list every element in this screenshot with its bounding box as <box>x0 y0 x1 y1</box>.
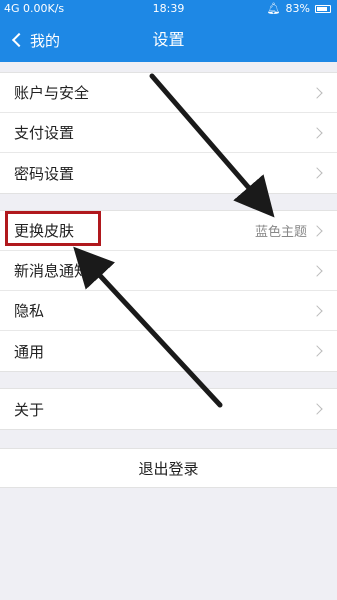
row-password-settings[interactable]: 密码设置 <box>0 153 337 193</box>
battery-icon <box>315 4 331 13</box>
back-label: 我的 <box>30 31 61 50</box>
row-value: 蓝色主题 <box>254 225 307 240</box>
row-label: 新消息通知 <box>14 262 90 280</box>
row-label: 密码设置 <box>14 164 75 183</box>
bell-icon: 🔔︎ <box>266 2 281 15</box>
chevron-left-icon <box>11 32 27 48</box>
row-label: 支付设置 <box>14 124 75 142</box>
chevron-right-icon <box>311 126 323 139</box>
row-label: 更换皮肤 <box>14 222 75 240</box>
chevron-right-icon <box>311 264 323 277</box>
settings-group-account: 账户与安全 支付设置 密码设置 <box>0 72 337 194</box>
status-bar: 4G 0.00K/s 18:39 🔔︎ 83% <box>0 0 337 18</box>
row-new-message-notification[interactable]: 新消息通知 <box>0 251 337 291</box>
chevron-right-icon <box>311 345 323 357</box>
chevron-right-icon <box>311 167 323 179</box>
row-about[interactable]: 关于 <box>0 389 337 429</box>
row-label: 隐私 <box>14 302 45 320</box>
logout-button[interactable]: 退出登录 <box>0 448 337 488</box>
row-account-security[interactable]: 账户与安全 <box>0 73 337 113</box>
row-label: 通用 <box>14 342 45 361</box>
back-button[interactable]: 我的 <box>10 18 60 62</box>
chevron-right-icon <box>311 86 323 99</box>
row-payment-settings[interactable]: 支付设置 <box>0 113 337 153</box>
row-label: 关于 <box>14 400 45 419</box>
chevron-right-icon <box>311 304 323 317</box>
status-right: 🔔︎ 83% <box>267 2 331 15</box>
battery-percent: 83% <box>285 2 310 15</box>
nav-bar: 设置 我的 <box>0 18 337 62</box>
chevron-right-icon <box>311 403 323 415</box>
row-label: 账户与安全 <box>14 84 90 102</box>
row-general[interactable]: 通用 <box>0 331 337 371</box>
row-change-skin[interactable]: 更换皮肤 蓝色主题 <box>0 211 337 251</box>
row-privacy[interactable]: 隐私 <box>0 291 337 331</box>
chevron-right-icon <box>311 224 323 237</box>
settings-group-general: 更换皮肤 蓝色主题 新消息通知 隐私 通用 <box>0 210 337 372</box>
settings-group-about: 关于 <box>0 388 337 430</box>
